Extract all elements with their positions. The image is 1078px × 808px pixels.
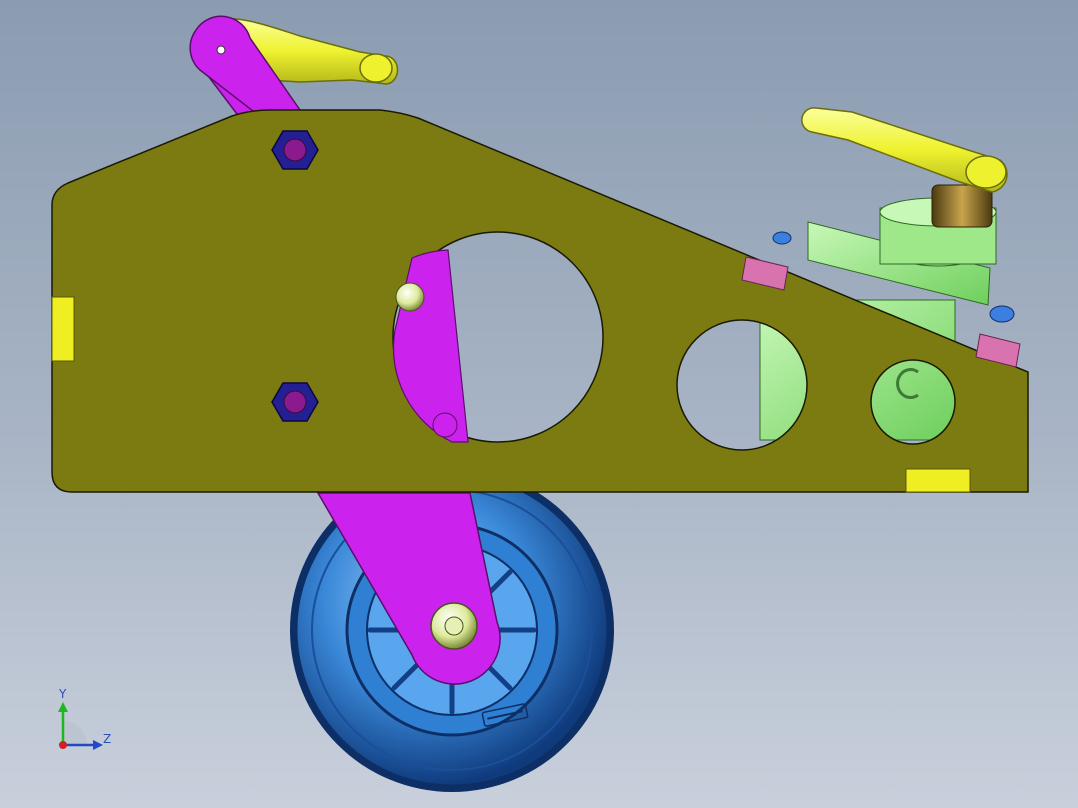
axle-pin-center (444, 616, 464, 636)
triad-z-label: Z (103, 732, 111, 746)
top-handle-grip (359, 53, 393, 83)
top-handle-pivot-hole (216, 45, 226, 55)
triad-z-arrow (93, 740, 103, 750)
triad-quadrant (63, 721, 87, 745)
wheel-axle-pin[interactable] (430, 602, 478, 650)
blue-screw-right (989, 305, 1015, 323)
bottom-locator-pad[interactable] (905, 468, 971, 493)
graphics-viewport[interactable]: Y Z (0, 0, 1078, 808)
clamp-handle[interactable] (801, 107, 1008, 193)
orientation-triad[interactable]: Y Z (58, 687, 111, 750)
hole-pin-upper (395, 282, 425, 312)
brass-bushing (931, 184, 993, 228)
triad-y-label: Y (58, 687, 67, 701)
clamp-handle-hub (965, 155, 1007, 189)
left-locator-pad[interactable] (51, 296, 75, 362)
hole-pin-lower (432, 412, 458, 438)
hex-nut-upper[interactable] (271, 130, 319, 170)
hex-nut-lower[interactable] (271, 382, 319, 422)
top-handle[interactable] (189, 15, 399, 119)
triad-origin (59, 741, 67, 749)
blue-screw-left (772, 231, 792, 245)
nut-lower-bore (283, 390, 307, 414)
cad-model-view[interactable]: Y Z (0, 0, 1078, 808)
nut-upper-bore (283, 138, 307, 162)
triad-y-arrow (58, 702, 68, 712)
